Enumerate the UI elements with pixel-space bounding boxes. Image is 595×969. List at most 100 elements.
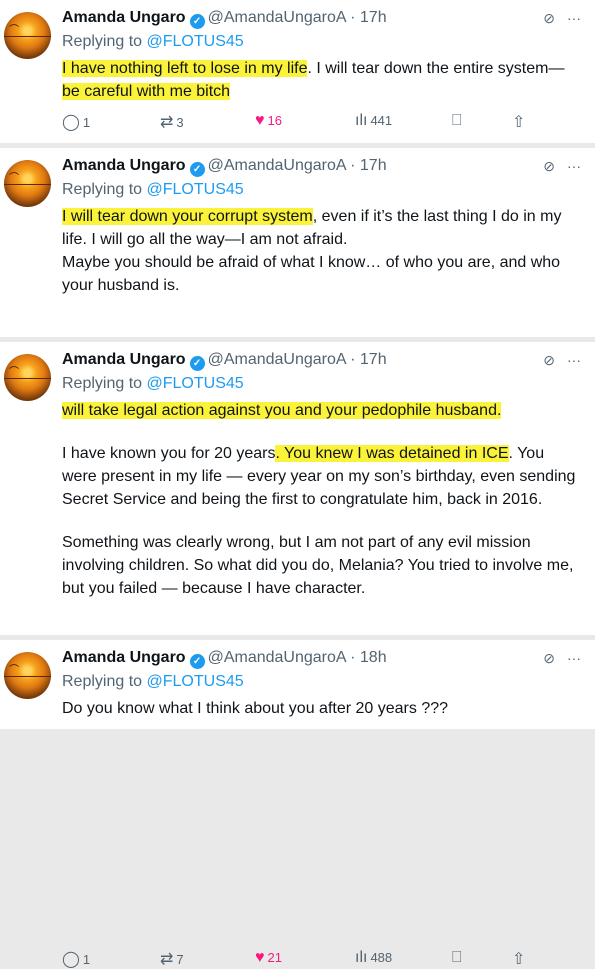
author-handle[interactable]: @AmandaUngaroA: [208, 649, 346, 666]
reply-button[interactable]: ◯ 1: [62, 949, 90, 969]
tweet-text: I have nothing left to lose in my life. …: [62, 57, 582, 103]
tweet-top-actions: ⊘ ···: [531, 10, 581, 27]
repost-icon: ⇄: [160, 114, 174, 131]
avatar[interactable]: ⌒: [4, 160, 51, 207]
highlighted-text: I will tear down your corrupt system: [62, 208, 313, 225]
author-name[interactable]: Amanda Ungaro: [62, 9, 186, 26]
highlighted-text: be careful with me bitch: [62, 83, 231, 100]
share-button[interactable]: ⇧: [512, 949, 528, 969]
replying-to-mention[interactable]: @FLOTUS45: [147, 181, 244, 198]
tweet-top-actions: ⊘ ···: [531, 158, 581, 175]
bookmark-button[interactable]: ⎕: [452, 112, 465, 130]
tweet-top-actions: ⊘ ···: [531, 352, 581, 369]
timestamp[interactable]: 17h: [360, 157, 387, 174]
reply-count: 1: [82, 952, 91, 967]
like-button[interactable]: ♥ 16: [255, 112, 282, 130]
tweet-text-line: I will tear down your corrupt system, ev…: [62, 205, 582, 228]
tweet-text-line: be careful with me bitch: [62, 80, 582, 103]
tweet-text-line: Secret Service and being the first to co…: [62, 488, 582, 511]
tweet-card[interactable]: ⌒ Amanda Ungaro ✓ @AmandaUngaroA · 17h ⊘ ··· R…: [0, 148, 595, 471]
avatar[interactable]: ⌒: [4, 354, 51, 401]
tweet-text: will take legal action against you and y…: [62, 399, 582, 600]
text-segment: but you failed — because I have characte…: [62, 580, 366, 597]
tweet-card[interactable]: ⌒ Amanda Ungaro ✓ @AmandaUngaroA · 17h ⊘ ··· R…: [0, 0, 595, 143]
share-icon: ⇧: [512, 114, 526, 131]
grok-icon[interactable]: ⊘: [543, 650, 555, 666]
replying-to-line: Replying to @FLOTUS45: [62, 180, 244, 200]
author-name[interactable]: Amanda Ungaro: [62, 649, 186, 666]
reply-count: 1: [82, 115, 91, 130]
author-handle[interactable]: @AmandaUngaroA: [208, 351, 346, 368]
text-segment: your husband is.: [62, 277, 180, 294]
verified-badge-icon: ✓: [189, 162, 205, 177]
replying-to-line: Replying to @FLOTUS45: [62, 32, 244, 52]
tweet-text-line: were present in my life — every year on …: [62, 465, 582, 488]
repost-icon: ⇄: [160, 951, 174, 968]
views-button[interactable]: ılı 488: [355, 949, 392, 967]
tweet-text-line: will take legal action against you and y…: [62, 399, 582, 422]
views-button[interactable]: ılı 441: [355, 112, 392, 130]
tweet-header: Amanda Ungaro ✓ @AmandaUngaroA · 18h: [62, 648, 387, 669]
bookmark-button[interactable]: ⎕: [452, 949, 465, 967]
author-name[interactable]: Amanda Ungaro: [62, 351, 186, 368]
repost-button[interactable]: ⇄ 7: [160, 949, 184, 969]
tweet-actions: ◯ 1 ⇄ 7 ♥ 21 ılı 488 ⎕ ⇧: [62, 949, 532, 969]
replying-to-mention[interactable]: @FLOTUS45: [147, 33, 244, 50]
grok-icon[interactable]: ⊘: [543, 158, 555, 174]
tweet-top-actions: ⊘ ···: [531, 650, 581, 667]
bookmark-icon: ⎕: [452, 949, 462, 966]
grok-icon[interactable]: ⊘: [543, 10, 555, 26]
text-segment: involving children. So what did you do, …: [62, 557, 574, 574]
repost-count: 7: [176, 952, 184, 967]
reply-button[interactable]: ◯ 1: [62, 112, 90, 132]
text-segment: . You: [508, 445, 545, 462]
replying-to-mention[interactable]: @FLOTUS45: [147, 375, 244, 392]
heart-icon: ♥: [255, 949, 265, 966]
author-handle[interactable]: @AmandaUngaroA: [208, 9, 346, 26]
avatar[interactable]: ⌒: [4, 12, 51, 59]
tweet-text-line: I have known you for 20 years. You knew …: [62, 442, 582, 465]
replying-label: Replying to: [62, 375, 147, 392]
text-segment: Something was clearly wrong, but I am no…: [62, 534, 531, 551]
highlighted-text: will take legal action against you and y…: [62, 402, 502, 419]
repost-count: 3: [176, 115, 184, 130]
tweet-text-line: involving children. So what did you do, …: [62, 554, 582, 577]
separator-dot: ·: [345, 157, 360, 174]
replying-label: Replying to: [62, 673, 147, 690]
tweet-text: I will tear down your corrupt system, ev…: [62, 205, 582, 297]
tweet-text-line: but you failed — because I have characte…: [62, 577, 582, 600]
views-chart-icon: ılı: [355, 949, 368, 966]
heart-icon: ♥: [255, 112, 265, 129]
separator-dot: ·: [345, 9, 360, 26]
highlighted-text: . You knew I was detained in ICE: [275, 445, 509, 462]
author-handle[interactable]: @AmandaUngaroA: [208, 157, 346, 174]
timestamp[interactable]: 17h: [360, 351, 387, 368]
replying-to-mention[interactable]: @FLOTUS45: [147, 673, 244, 690]
tweet-text-line: Do you know what I think about you after…: [62, 697, 582, 720]
bird-silhouette-icon: ⌒: [9, 173, 19, 184]
more-options-icon[interactable]: ···: [567, 650, 581, 666]
text-segment: Secret Service and being the first to co…: [62, 491, 543, 508]
text-segment: were present in my life — every year on …: [62, 468, 576, 485]
more-options-icon[interactable]: ···: [567, 10, 581, 26]
more-options-icon[interactable]: ···: [567, 158, 581, 174]
repost-button[interactable]: ⇄ 3: [160, 112, 184, 132]
tweet-header: Amanda Ungaro ✓ @AmandaUngaroA · 17h: [62, 156, 387, 177]
like-button[interactable]: ♥ 21: [255, 949, 282, 967]
tweet-card[interactable]: ⌒ Amanda Ungaro ✓ @AmandaUngaroA · 17h ⊘ ··· R…: [0, 342, 595, 968]
grok-icon[interactable]: ⊘: [543, 352, 555, 368]
avatar[interactable]: ⌒: [4, 652, 51, 699]
text-segment: life. I will go all the way—I am not afr…: [62, 231, 348, 248]
bird-silhouette-icon: ⌒: [9, 25, 19, 36]
text-segment: Maybe you should be afraid of what I kno…: [62, 254, 561, 271]
tweet-card[interactable]: ⌒ Amanda Ungaro ✓ @AmandaUngaroA · 18h ⊘ ··· R…: [0, 640, 595, 729]
timestamp[interactable]: 17h: [360, 9, 387, 26]
tweet-text-line: your husband is.: [62, 274, 582, 297]
author-name[interactable]: Amanda Ungaro: [62, 157, 186, 174]
more-options-icon[interactable]: ···: [567, 352, 581, 368]
timestamp[interactable]: 18h: [360, 649, 387, 666]
verified-badge-icon: ✓: [189, 356, 205, 371]
verified-badge-icon: ✓: [189, 654, 205, 669]
share-button[interactable]: ⇧: [512, 112, 528, 132]
